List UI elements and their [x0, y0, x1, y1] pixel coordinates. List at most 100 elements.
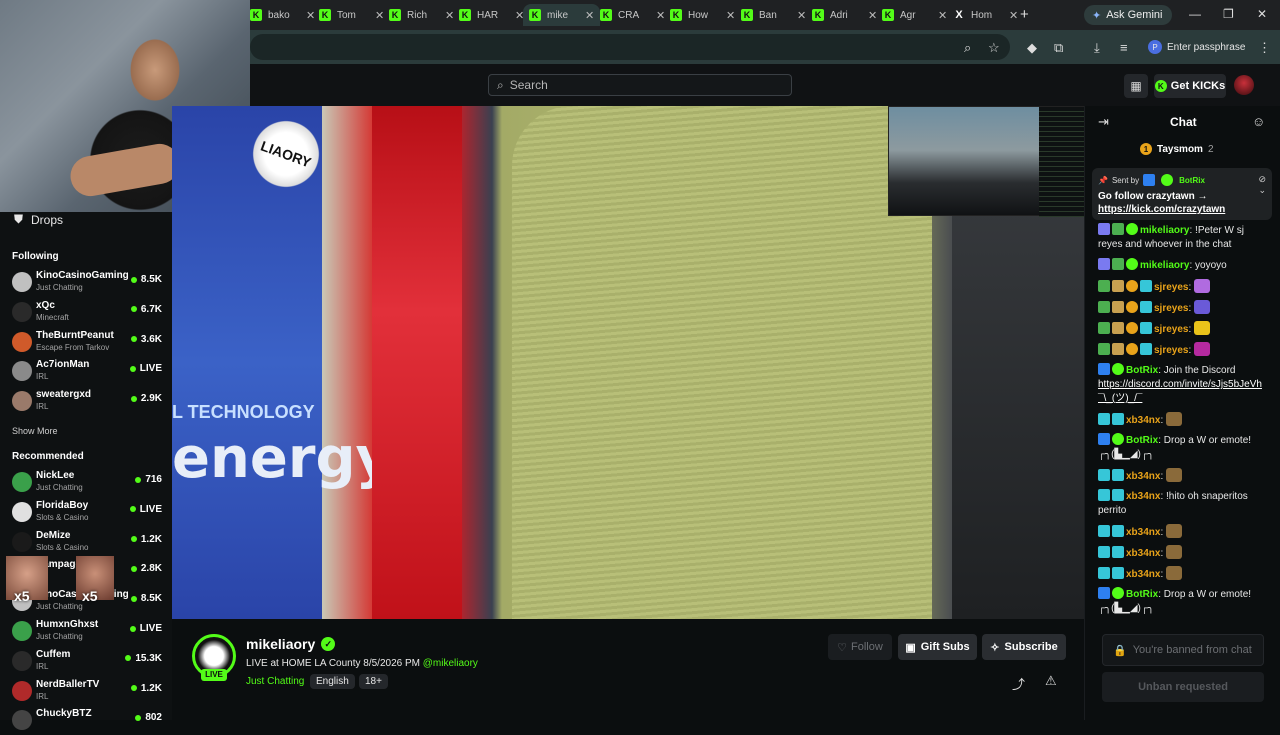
- chat-emote[interactable]: [1166, 545, 1183, 559]
- sidebar-channel[interactable]: xQc Minecraft 6.7K: [12, 299, 162, 327]
- sidebar-channel[interactable]: Ac7ionMan IRL LIVE: [12, 358, 162, 386]
- chat-emote[interactable]: [1166, 566, 1183, 580]
- sidebar-channel[interactable]: sweatergxd IRL 2.9K: [12, 388, 162, 416]
- chat-username[interactable]: sjreyes: [1154, 282, 1188, 293]
- extension-icon[interactable]: ◆: [1027, 40, 1037, 56]
- puzzle-icon[interactable]: ⧉: [1054, 40, 1063, 56]
- chat-input-banned[interactable]: 🔒 You're banned from chat: [1102, 634, 1264, 666]
- tag-language[interactable]: English: [310, 674, 355, 689]
- follow-button[interactable]: ♡ Follow: [828, 634, 892, 660]
- subscribe-button[interactable]: ✧ Subscribe: [982, 634, 1066, 660]
- chat-emote[interactable]: [1166, 524, 1183, 538]
- tier-badge-icon: [1112, 567, 1124, 579]
- sidebar-channel[interactable]: NickLee Just Chatting 716: [12, 469, 162, 497]
- chat-emote[interactable]: [1194, 300, 1211, 314]
- show-more-link[interactable]: Show More: [12, 426, 58, 436]
- sidebar-channel[interactable]: KinoCasinoGaming Just Chatting 8.5K: [12, 269, 162, 297]
- close-tab-icon[interactable]: ✕: [726, 9, 735, 22]
- zoom-icon[interactable]: ⌕: [964, 40, 971, 56]
- profile-passphrase-button[interactable]: P Enter passphrase: [1148, 38, 1248, 56]
- browser-tab[interactable]: K Tom ✕: [319, 4, 384, 26]
- minimize-button[interactable]: —: [1189, 7, 1201, 21]
- bookmark-star-icon[interactable]: ☆: [988, 40, 1000, 56]
- chat-username[interactable]: sjreyes: [1154, 303, 1188, 314]
- pinned-sender-name[interactable]: BotRix: [1179, 176, 1205, 185]
- chat-username[interactable]: BotRix: [1126, 435, 1158, 446]
- share-icon[interactable]: ⤴: [1012, 674, 1025, 693]
- browser-tab[interactable]: K Rich ✕: [389, 4, 454, 26]
- close-tab-icon[interactable]: ✕: [375, 9, 384, 22]
- browser-tab[interactable]: X Hom ✕: [953, 4, 1018, 26]
- close-tab-icon[interactable]: ✕: [938, 9, 947, 22]
- report-icon[interactable]: ⚠: [1045, 673, 1057, 689]
- browser-tab[interactable]: K HAR ✕: [459, 4, 524, 26]
- sidebar-channel[interactable]: NerdBallerTV IRL 1.2K: [12, 678, 162, 706]
- moderator-badge-icon: [1098, 322, 1110, 334]
- expand-icon[interactable]: ⌄: [1258, 185, 1266, 195]
- restore-button[interactable]: ❐: [1223, 7, 1234, 21]
- chat-username[interactable]: xb34nx: [1126, 548, 1160, 559]
- chat-users-icon[interactable]: ☺: [1252, 114, 1265, 129]
- user-avatar[interactable]: [1234, 75, 1254, 95]
- sidebar-channel[interactable]: FloridaBoy Slots & Casino LIVE: [12, 499, 162, 527]
- chat-username[interactable]: xb34nx: [1126, 527, 1160, 538]
- close-tab-icon[interactable]: ✕: [445, 9, 454, 22]
- browser-tab[interactable]: Kmike ✕: [523, 4, 601, 26]
- gift-subs-button[interactable]: ▣ Gift Subs: [898, 634, 977, 660]
- chat-link[interactable]: https://discord.com/invite/sJjs5bJeVh ¯\…: [1098, 379, 1262, 404]
- chat-emote[interactable]: [1194, 279, 1211, 293]
- chat-username[interactable]: xb34nx: [1126, 415, 1160, 426]
- close-window-button[interactable]: ✕: [1257, 7, 1267, 21]
- chat-username[interactable]: BotRix: [1126, 589, 1158, 600]
- chat-username[interactable]: xb34nx: [1126, 491, 1160, 502]
- browser-tab[interactable]: K Agr ✕: [882, 4, 947, 26]
- media-control-icon[interactable]: ≡: [1120, 40, 1128, 55]
- channel-name[interactable]: mikeliaory: [246, 636, 315, 652]
- browser-tab[interactable]: K How ✕: [670, 4, 735, 26]
- browser-tab[interactable]: K CRA ✕: [600, 4, 665, 26]
- chat-emote[interactable]: [1194, 342, 1211, 356]
- close-tab-icon[interactable]: ✕: [656, 9, 665, 22]
- chat-username[interactable]: sjreyes: [1154, 324, 1188, 335]
- chat-username[interactable]: BotRix: [1126, 365, 1158, 376]
- browser-tab[interactable]: Kbako ✕: [250, 4, 315, 26]
- close-tab-icon[interactable]: ✕: [585, 9, 594, 22]
- close-tab-icon[interactable]: ✕: [868, 9, 877, 22]
- download-icon[interactable]: ⤓: [1094, 40, 1100, 56]
- get-kicks-button[interactable]: K Get KICKs: [1154, 74, 1226, 98]
- chat-emote[interactable]: [1166, 468, 1183, 482]
- stream-title-mention[interactable]: @mikeliaory: [423, 658, 478, 669]
- stream-category[interactable]: Just Chatting: [246, 676, 304, 687]
- hide-icon[interactable]: ⊘: [1258, 174, 1266, 184]
- search-input[interactable]: ⌕ Search: [488, 74, 792, 96]
- chat-username[interactable]: sjreyes: [1154, 345, 1188, 356]
- sidebar-channel[interactable]: ChuckyBTZ 802: [12, 707, 162, 735]
- tag-age[interactable]: 18+: [359, 674, 388, 689]
- chat-username[interactable]: xb34nx: [1126, 569, 1160, 580]
- collapse-chat-icon[interactable]: ⇥: [1098, 114, 1109, 130]
- pinned-link[interactable]: https://kick.com/crazytawn: [1098, 204, 1225, 215]
- address-bar[interactable]: [250, 34, 1010, 60]
- ask-gemini-button[interactable]: ✦ Ask Gemini: [1084, 5, 1172, 25]
- chat-username[interactable]: mikeliaory: [1140, 225, 1189, 236]
- top-gifter[interactable]: 1 Taysmom 2: [1140, 143, 1214, 155]
- video-player[interactable]: L TECHNOLOGY energy LIAORY: [172, 106, 1084, 619]
- close-tab-icon[interactable]: ✕: [1009, 9, 1018, 22]
- sidebar-channel[interactable]: HumxnGhxst Just Chatting LIVE: [12, 618, 162, 646]
- chat-username[interactable]: xb34nx: [1126, 471, 1160, 482]
- chat-emote[interactable]: [1166, 412, 1183, 426]
- sidebar-channel[interactable]: Cuffem IRL 15.3K: [12, 648, 162, 676]
- browser-tab[interactable]: K Ban ✕: [741, 4, 806, 26]
- sidebar-channel[interactable]: DeMize Slots & Casino 1.2K: [12, 529, 162, 557]
- unban-requested-button[interactable]: Unban requested: [1102, 672, 1264, 702]
- browser-menu-icon[interactable]: ⋮: [1258, 40, 1271, 56]
- close-tab-icon[interactable]: ✕: [797, 9, 806, 22]
- chat-username[interactable]: mikeliaory: [1140, 260, 1189, 271]
- sidebar-item-drops[interactable]: ⛊ Drops: [14, 212, 63, 227]
- new-tab-button[interactable]: +: [1020, 6, 1029, 23]
- sidebar-channel[interactable]: TheBurntPeanut Escape From Tarkov 3.6K: [12, 329, 162, 357]
- layout-button[interactable]: ▦: [1124, 74, 1148, 98]
- browser-tab[interactable]: K Adri ✕: [812, 4, 877, 26]
- close-tab-icon[interactable]: ✕: [306, 9, 315, 22]
- chat-emote[interactable]: [1194, 321, 1211, 335]
